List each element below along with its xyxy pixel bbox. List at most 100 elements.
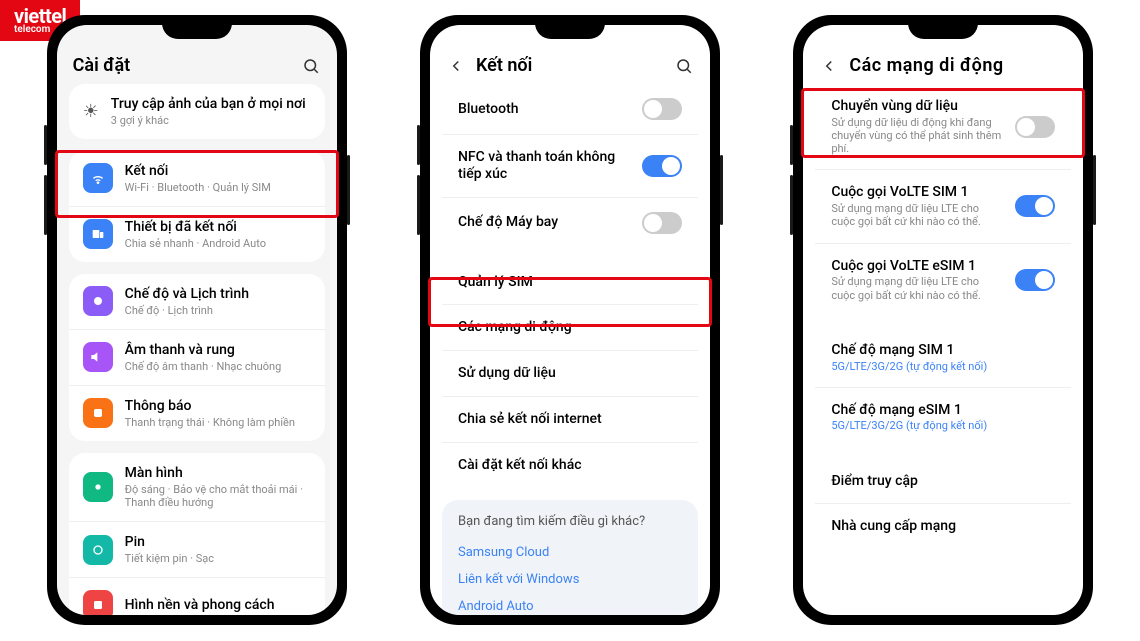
item-title: Chế độ Máy bay bbox=[458, 214, 630, 231]
item-hinh-nen[interactable]: Hình nền và phong cách bbox=[69, 577, 325, 615]
item-sub: Tiết kiệm pin · Sạc bbox=[125, 552, 311, 565]
item-sub: Sử dụng mạng dữ liệu LTE cho cuộc gọi bấ… bbox=[831, 275, 1003, 301]
side-button bbox=[1093, 155, 1096, 225]
item-title: Cuộc gọi VoLTE eSIM 1 bbox=[831, 258, 1003, 275]
toggle-volte-sim1[interactable] bbox=[1015, 195, 1055, 217]
item-title: NFC và thanh toán không tiếp xúc bbox=[458, 149, 630, 183]
item-more-settings[interactable]: Cài đặt kết nối khác bbox=[442, 442, 698, 488]
item-mode-sim1[interactable]: Chế độ mạng SIM 1 5G/LTE/3G/2G (tự động … bbox=[815, 328, 1071, 387]
page-title: Cài đặt bbox=[73, 55, 291, 76]
item-title: Chế độ và Lịch trình bbox=[125, 286, 311, 303]
side-button bbox=[720, 155, 723, 225]
lightbulb-icon: ☀ bbox=[83, 101, 99, 122]
item-am-thanh[interactable]: Âm thanh và rung Chế độ âm thanh · Nhạc … bbox=[69, 329, 325, 385]
side-button bbox=[417, 125, 420, 165]
item-title: Chế độ mạng SIM 1 bbox=[831, 342, 1055, 359]
item-sub: Chia sẻ nhanh · Android Auto bbox=[125, 237, 311, 250]
side-button bbox=[347, 155, 350, 225]
link-windows[interactable]: Liên kết với Windows bbox=[458, 566, 682, 593]
item-sub: Chế độ · Lịch trình bbox=[125, 304, 311, 317]
item-pin[interactable]: Pin Tiết kiệm pin · Sạc bbox=[69, 521, 325, 577]
screen-settings: Cài đặt ☀ Truy cập ảnh của bạn ở mọi nơi… bbox=[57, 25, 337, 615]
item-sub: Chế độ âm thanh · Nhạc chuông bbox=[125, 360, 311, 373]
search-icon[interactable] bbox=[674, 56, 694, 76]
display-icon bbox=[83, 472, 113, 502]
side-button bbox=[790, 175, 793, 235]
item-title: Thiết bị đã kết nối bbox=[125, 219, 311, 236]
modes-icon bbox=[83, 286, 113, 316]
item-hotspot[interactable]: Chia sẻ kết nối internet bbox=[442, 396, 698, 442]
settings-group-3: Màn hình Độ sáng · Bảo vệ cho mắt thoải … bbox=[69, 453, 325, 615]
phone-mobile-networks: Các mạng di động Chuyển vùng dữ liệu Sử … bbox=[793, 15, 1093, 625]
item-title: Chia sẻ kết nối internet bbox=[458, 411, 682, 428]
battery-icon bbox=[83, 535, 113, 565]
group-apn: Điểm truy cập Nhà cung cấp mạng bbox=[815, 459, 1071, 550]
item-title: Cài đặt kết nối khác bbox=[458, 457, 682, 474]
item-title: Sử dụng dữ liệu bbox=[458, 365, 682, 382]
side-button bbox=[790, 125, 793, 165]
devices-icon bbox=[83, 219, 113, 249]
settings-group-2: Chế độ và Lịch trình Chế độ · Lịch trình… bbox=[69, 274, 325, 441]
item-title: Thông báo bbox=[125, 398, 311, 415]
phone-settings: Cài đặt ☀ Truy cập ảnh của bạn ở mọi nơi… bbox=[47, 15, 347, 625]
toggle-nfc[interactable] bbox=[642, 155, 682, 177]
sound-icon bbox=[83, 342, 113, 372]
item-man-hinh[interactable]: Màn hình Độ sáng · Bảo vệ cho mắt thoải … bbox=[69, 453, 325, 521]
item-title: Cuộc gọi VoLTE SIM 1 bbox=[831, 184, 1003, 201]
link-samsung-cloud[interactable]: Samsung Cloud bbox=[458, 539, 682, 566]
notch bbox=[162, 15, 232, 39]
highlight-data-roaming bbox=[801, 88, 1085, 158]
link-android-auto[interactable]: Android Auto bbox=[458, 593, 682, 615]
highlight-mobile-networks bbox=[428, 277, 712, 327]
promo-card[interactable]: ☀ Truy cập ảnh của bạn ở mọi nơi 3 gợi ý… bbox=[69, 84, 325, 139]
wallpaper-icon bbox=[83, 590, 113, 615]
notch bbox=[908, 15, 978, 39]
item-bluetooth[interactable]: Bluetooth bbox=[442, 84, 698, 134]
toggle-bluetooth[interactable] bbox=[642, 98, 682, 120]
page-title: Các mạng di động bbox=[849, 55, 1067, 76]
group-toggles: Bluetooth NFC và thanh toán không tiếp x… bbox=[442, 84, 698, 248]
item-operators[interactable]: Nhà cung cấp mạng bbox=[815, 503, 1071, 549]
item-sub: 5G/LTE/3G/2G (tự động kết nối) bbox=[831, 360, 1055, 373]
side-button bbox=[417, 175, 420, 235]
item-sub: Thanh trạng thái · Không làm phiền bbox=[125, 416, 311, 429]
content: Chuyển vùng dữ liệu Sử dụng dữ liệu di đ… bbox=[803, 84, 1083, 615]
item-thong-bao[interactable]: Thông báo Thanh trạng thái · Không làm p… bbox=[69, 385, 325, 441]
item-title: Chế độ mạng eSIM 1 bbox=[831, 402, 1055, 419]
item-sub: Độ sáng · Bảo vệ cho mắt thoải mái · Tha… bbox=[125, 483, 311, 509]
looking-for-card: Bạn đang tìm kiếm điều gì khác? Samsung … bbox=[442, 500, 698, 615]
item-volte-sim1[interactable]: Cuộc gọi VoLTE SIM 1 Sử dụng mạng dữ liệ… bbox=[815, 169, 1071, 242]
item-data-usage[interactable]: Sử dụng dữ liệu bbox=[442, 350, 698, 396]
item-nfc[interactable]: NFC và thanh toán không tiếp xúc bbox=[442, 134, 698, 197]
side-button bbox=[44, 175, 47, 235]
search-icon[interactable] bbox=[301, 56, 321, 76]
toggle-airplane[interactable] bbox=[642, 212, 682, 234]
back-icon[interactable] bbox=[819, 56, 839, 76]
footer-question: Bạn đang tìm kiếm điều gì khác? bbox=[458, 514, 682, 529]
page-title: Kết nối bbox=[476, 55, 664, 76]
item-mode-esim1[interactable]: Chế độ mạng eSIM 1 5G/LTE/3G/2G (tự động… bbox=[815, 387, 1071, 447]
notch bbox=[535, 15, 605, 39]
item-sub: Sử dụng mạng dữ liệu LTE cho cuộc gọi bấ… bbox=[831, 202, 1003, 228]
item-volte-esim1[interactable]: Cuộc gọi VoLTE eSIM 1 Sử dụng mạng dữ li… bbox=[815, 243, 1071, 316]
item-title: Màn hình bbox=[125, 465, 311, 482]
item-title: Âm thanh và rung bbox=[125, 342, 311, 359]
item-airplane[interactable]: Chế độ Máy bay bbox=[442, 197, 698, 248]
back-icon[interactable] bbox=[446, 56, 466, 76]
item-title: Hình nền và phong cách bbox=[125, 597, 311, 614]
item-apn[interactable]: Điểm truy cập bbox=[815, 459, 1071, 504]
item-sub: 5G/LTE/3G/2G (tự động kết nối) bbox=[831, 419, 1055, 432]
content: Bluetooth NFC và thanh toán không tiếp x… bbox=[430, 84, 710, 615]
item-title: Bluetooth bbox=[458, 101, 630, 118]
promo-sub: 3 gợi ý khác bbox=[111, 114, 311, 127]
promo-title: Truy cập ảnh của bạn ở mọi nơi bbox=[111, 96, 311, 113]
notification-icon bbox=[83, 398, 113, 428]
group-network-mode: Chế độ mạng SIM 1 5G/LTE/3G/2G (tự động … bbox=[815, 328, 1071, 447]
item-title: Điểm truy cập bbox=[831, 473, 1055, 490]
side-button bbox=[44, 125, 47, 165]
item-che-do[interactable]: Chế độ và Lịch trình Chế độ · Lịch trình bbox=[69, 274, 325, 329]
phones-container: Cài đặt ☀ Truy cập ảnh của bạn ở mọi nơi… bbox=[0, 0, 1140, 625]
toggle-volte-esim1[interactable] bbox=[1015, 269, 1055, 291]
highlight-ket-noi bbox=[55, 150, 339, 218]
item-title: Pin bbox=[125, 534, 311, 551]
